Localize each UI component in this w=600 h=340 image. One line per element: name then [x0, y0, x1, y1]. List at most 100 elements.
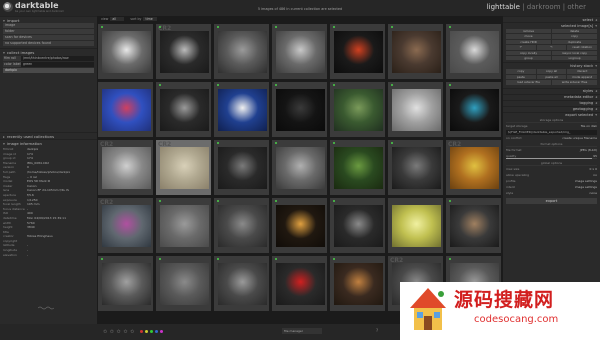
- upscaling-row[interactable]: allow upscaling no: [506, 173, 597, 178]
- max-height-input[interactable]: 0: [595, 167, 597, 171]
- collect-rule-filmroll[interactable]: film roll /mnt/thinkcentre/photos/raw: [3, 56, 94, 61]
- thumbnail-image[interactable]: [450, 147, 499, 189]
- rotate-ccw-icon[interactable]: ↶: [506, 45, 536, 50]
- thumbnail-image[interactable]: [276, 205, 325, 247]
- thumbnail-image[interactable]: [218, 89, 267, 131]
- import-folder-button[interactable]: folder: [3, 29, 94, 34]
- history-copy-all-button[interactable]: copy all: [536, 69, 567, 74]
- thumbnail-image[interactable]: [392, 147, 441, 189]
- history-stack-header[interactable]: history stack ▾: [503, 62, 600, 68]
- thumbnail-cell[interactable]: [213, 139, 270, 196]
- collect-rule-key[interactable]: color label: [3, 62, 21, 67]
- color-label-icon[interactable]: [140, 330, 143, 333]
- style-row[interactable]: style none: [506, 191, 597, 196]
- scan-devices-button[interactable]: scan for devices: [3, 35, 94, 40]
- history-mode-dropdown[interactable]: mode append: [567, 74, 597, 80]
- collect-rule-key[interactable]: film roll: [3, 56, 21, 61]
- thumbnail-image[interactable]: [276, 147, 325, 189]
- image-info-header[interactable]: ▾ image information: [0, 139, 97, 146]
- thumbnail-cell[interactable]: [155, 255, 212, 312]
- upscaling-value[interactable]: no: [593, 173, 597, 178]
- thumbnail-cell[interactable]: [271, 139, 328, 196]
- thumbnail-image[interactable]: [334, 31, 383, 73]
- thumbnail-image[interactable]: [276, 89, 325, 131]
- thumbnail-image[interactable]: [334, 147, 383, 189]
- history-paste-button[interactable]: paste: [506, 74, 536, 80]
- export-path-input[interactable]: $(FILE_FOLDER)/darktable_exported/img_: [506, 129, 597, 135]
- style-value[interactable]: none: [590, 191, 597, 196]
- history-paste-all-button[interactable]: paste all: [536, 74, 567, 80]
- thumbnail-image[interactable]: [392, 205, 441, 247]
- thumbnail-cell[interactable]: [97, 81, 154, 138]
- thumbnail-cell[interactable]: [329, 23, 386, 80]
- rotate-cw-icon[interactable]: ↷: [536, 45, 567, 50]
- resync-local-copy-button[interactable]: resync local copy: [552, 50, 597, 55]
- view-lighttable[interactable]: lighttable: [487, 3, 520, 11]
- thumbnail-cell[interactable]: [271, 197, 328, 254]
- file-format-value[interactable]: JPEG (8-bit): [580, 148, 597, 153]
- write-sidecar-button[interactable]: write sidecar files: [552, 80, 597, 85]
- collect-module-header[interactable]: ▾ collect images: [0, 48, 97, 55]
- thumbnail-cell[interactable]: [329, 255, 386, 312]
- thumbnail-cell[interactable]: [387, 23, 444, 80]
- quality-slider[interactable]: quality 95: [506, 154, 597, 159]
- thumbnail-cell[interactable]: [97, 255, 154, 312]
- thumbnail-cell[interactable]: [329, 139, 386, 196]
- thumbnail-cell[interactable]: [445, 197, 502, 254]
- thumbnail-cell[interactable]: [213, 23, 270, 80]
- intent-row[interactable]: intent image settings: [506, 185, 597, 190]
- remove-button[interactable]: remove: [506, 29, 551, 34]
- history-discard-button[interactable]: discard: [567, 69, 597, 74]
- collect-rule-value[interactable]: green: [21, 62, 94, 67]
- import-image-button[interactable]: image: [3, 23, 94, 28]
- thumbnail-image[interactable]: [450, 89, 499, 131]
- view-filter-dropdown[interactable]: all: [110, 17, 125, 21]
- thumbnail-image[interactable]: [160, 263, 209, 305]
- move-button[interactable]: move: [506, 34, 551, 39]
- view-darkroom[interactable]: darkroom: [527, 3, 561, 11]
- thumbnail-image[interactable]: [102, 89, 151, 131]
- collect-rule-value[interactable]: /mnt/thinkcentre/photos/raw: [21, 56, 94, 61]
- color-label-icon[interactable]: [160, 330, 163, 333]
- layout-mode-dropdown[interactable]: file manager: [282, 328, 322, 334]
- color-label-icon[interactable]: [155, 330, 158, 333]
- group-button[interactable]: group: [506, 55, 551, 61]
- panel-handle-icon[interactable]: [38, 306, 54, 310]
- target-storage-value[interactable]: file on disk: [581, 124, 597, 129]
- copy-button[interactable]: copy: [552, 34, 597, 39]
- target-storage-row[interactable]: target storage file on disk: [506, 124, 597, 129]
- thumbnail-cell[interactable]: [387, 197, 444, 254]
- history-copy-button[interactable]: copy: [506, 69, 536, 74]
- view-other[interactable]: other: [567, 3, 586, 11]
- thumbnail-cell[interactable]: [271, 81, 328, 138]
- thumbnail-cell[interactable]: CR2: [445, 139, 502, 196]
- ungroup-button[interactable]: ungroup: [552, 55, 597, 61]
- selected-images-header[interactable]: selected image[s] ▾: [503, 22, 600, 28]
- thumbnail-image[interactable]: [102, 147, 151, 189]
- create-hdr-button[interactable]: create HDR: [506, 39, 551, 45]
- thumbnail-image[interactable]: [102, 205, 151, 247]
- profile-value[interactable]: image settings: [575, 179, 597, 184]
- thumbnail-image[interactable]: [102, 31, 151, 73]
- export-button[interactable]: export: [506, 197, 597, 204]
- thumbnail-image[interactable]: [160, 31, 209, 73]
- thumbnail-cell[interactable]: [329, 197, 386, 254]
- thumbnail-image[interactable]: [450, 31, 499, 73]
- thumbnail-image[interactable]: [392, 31, 441, 73]
- help-icon[interactable]: ?: [376, 328, 378, 333]
- thumbnail-image[interactable]: [160, 147, 209, 189]
- collect-rule-color[interactable]: color label green: [3, 62, 94, 67]
- thumbnail-cell[interactable]: CR2: [97, 197, 154, 254]
- thumbnail-cell[interactable]: [329, 81, 386, 138]
- thumbnail-cell[interactable]: CR2: [155, 23, 212, 80]
- thumbnail-cell[interactable]: [213, 255, 270, 312]
- load-sidecar-button[interactable]: load sidecar file: [506, 80, 551, 85]
- file-format-row[interactable]: file format JPEG (8-bit): [506, 148, 597, 153]
- color-label-icon[interactable]: [145, 330, 148, 333]
- thumbnail-image[interactable]: [160, 205, 209, 247]
- profile-row[interactable]: profile image settings: [506, 179, 597, 184]
- thumbnail-cell[interactable]: [387, 81, 444, 138]
- thumbnail-cell[interactable]: CR2: [155, 139, 212, 196]
- on-conflict-value[interactable]: create unique filename: [562, 136, 597, 141]
- thumbnail-cell[interactable]: [213, 81, 270, 138]
